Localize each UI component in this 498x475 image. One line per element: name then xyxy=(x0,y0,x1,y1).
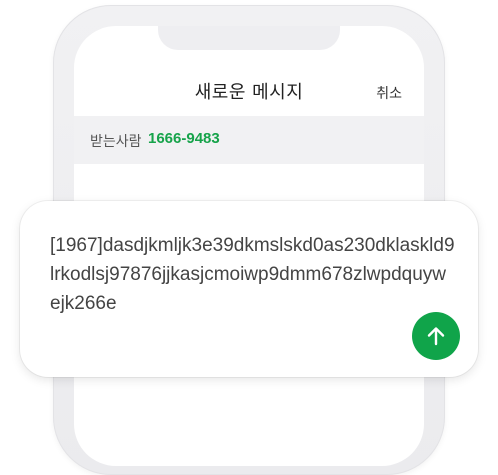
message-input[interactable]: [1967]dasdjkmljk3e39dkmslskd0as230dklask… xyxy=(50,231,455,318)
arrow-up-icon xyxy=(427,327,445,346)
recipient-label: 받는사람 xyxy=(90,134,142,150)
recipient-number: 1666-9483 xyxy=(148,130,220,147)
message-compose-card: [1967]dasdjkmljk3e39dkmslskd0as230dklask… xyxy=(20,201,478,377)
page-title: 새로운 메시지 xyxy=(194,82,304,103)
send-button[interactable] xyxy=(412,312,460,360)
recipient-bar: 받는사람 1666-9483 xyxy=(74,116,424,164)
cancel-button[interactable]: 취소 xyxy=(376,83,402,103)
phone-notch xyxy=(158,26,340,50)
